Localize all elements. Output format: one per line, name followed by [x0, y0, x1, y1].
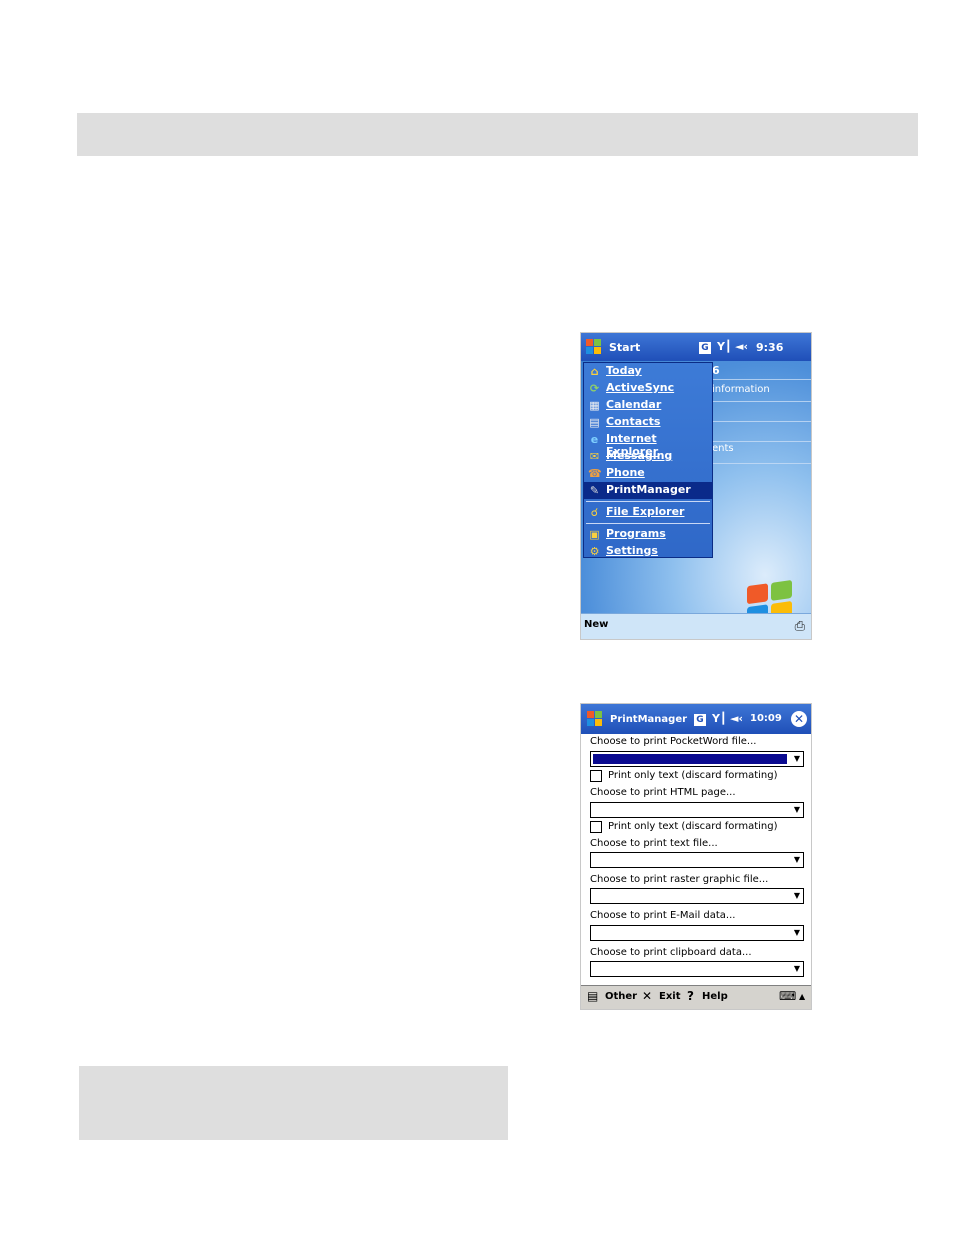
exit-icon: ✕	[642, 989, 653, 1003]
gprs-indicator-icon: G	[694, 714, 706, 726]
menu-item-activesync[interactable]: ⟳ ActiveSync	[584, 380, 712, 397]
help-button[interactable]: Help	[702, 991, 728, 1002]
chevron-up-icon[interactable]: ▲	[799, 992, 805, 1001]
footer-bar	[79, 1066, 508, 1140]
peek-text-1: 6	[712, 364, 720, 377]
header-bar	[77, 113, 918, 156]
calendar-icon: ▦	[589, 399, 600, 412]
chevron-down-icon: ▼	[793, 754, 800, 763]
internet-explorer-icon: e	[590, 433, 599, 446]
menu-item-messaging[interactable]: ✉ Messaging	[584, 448, 712, 465]
menu-item-file-explorer[interactable]: ☌ File Explorer	[584, 504, 712, 521]
chevron-down-icon: ▼	[793, 805, 800, 814]
menu-item-printmanager[interactable]: ✎ PrintManager	[584, 482, 712, 499]
pocketword-text-only-checkbox[interactable]	[590, 770, 602, 782]
keyboard-icon[interactable]: ⌨	[779, 989, 796, 1003]
signal-icon[interactable]: Y┃	[712, 712, 727, 725]
title-bar: Start G Y┃ ◄‹ 9:36	[581, 333, 811, 361]
volume-icon[interactable]: ◄‹	[735, 340, 748, 353]
settings-icon: ⚙	[589, 545, 600, 558]
today-icon: ⌂	[590, 365, 599, 378]
raster-label: Choose to print raster graphic file...	[590, 874, 769, 885]
start-menu-screenshot: 6 information ents Start G Y┃ ◄‹ 9:36 ⌂ …	[580, 332, 812, 640]
window-title[interactable]: PrintManager	[610, 714, 687, 725]
menu-divider	[586, 501, 710, 502]
start-menu: ⌂ Today ⟳ ActiveSync ▦ Calendar ▤ Contac…	[583, 362, 713, 558]
volume-icon[interactable]: ◄‹	[730, 712, 743, 725]
html-select[interactable]: ▼	[590, 802, 804, 818]
checkbox-label: Print only text (discard formating)	[608, 821, 778, 832]
clipboard-label: Choose to print clipboard data...	[590, 947, 752, 958]
phone-icon: ☎	[588, 467, 602, 480]
activesync-icon: ⟳	[589, 382, 600, 395]
other-icon: ▤	[587, 989, 599, 1003]
clipboard-select[interactable]: ▼	[590, 961, 804, 977]
printmanager-icon: ✎	[589, 484, 600, 497]
gprs-indicator-icon: G	[699, 342, 711, 354]
menu-item-internet-explorer[interactable]: e Internet Explorer	[584, 431, 712, 458]
peek-text-3: ents	[712, 443, 734, 454]
signal-icon[interactable]: Y┃	[717, 340, 732, 353]
pocketword-select[interactable]: ▼	[590, 751, 804, 767]
html-label: Choose to print HTML page...	[590, 787, 736, 798]
new-button[interactable]: New	[584, 619, 608, 630]
chevron-down-icon: ▼	[793, 964, 800, 973]
chevron-down-icon: ▼	[793, 928, 800, 937]
checkbox-label: Print only text (discard formating)	[608, 770, 778, 781]
start-flag-icon[interactable]	[587, 711, 603, 727]
start-flag-icon[interactable]	[586, 339, 602, 355]
email-label: Choose to print E-Mail data...	[590, 910, 736, 921]
title-bar: PrintManager G Y┃ ◄‹ 10:09 ✕	[581, 704, 811, 734]
text-file-select[interactable]: ▼	[590, 852, 804, 868]
menu-item-phone[interactable]: ☎ Phone	[584, 465, 712, 482]
menu-divider	[586, 523, 710, 524]
close-icon[interactable]: ✕	[791, 711, 807, 727]
raster-select[interactable]: ▼	[590, 888, 804, 904]
file-explorer-icon: ☌	[590, 506, 599, 519]
other-button[interactable]: Other	[605, 991, 637, 1002]
clock[interactable]: 9:36	[756, 341, 783, 354]
printer-icon[interactable]: ⎙	[795, 619, 805, 634]
pocketword-label: Choose to print PocketWord file...	[590, 736, 757, 747]
window-title[interactable]: Start	[609, 341, 640, 354]
clock[interactable]: 10:09	[750, 713, 782, 724]
contacts-icon: ▤	[589, 416, 600, 429]
menu-item-calendar[interactable]: ▦ Calendar	[584, 397, 712, 414]
menu-item-programs[interactable]: ▣ Programs	[584, 526, 712, 543]
html-text-only-checkbox[interactable]	[590, 821, 602, 833]
menu-item-today[interactable]: ⌂ Today	[584, 363, 712, 380]
exit-button[interactable]: Exit	[659, 991, 681, 1002]
peek-text-2: information	[712, 384, 770, 395]
programs-icon: ▣	[589, 528, 600, 541]
chevron-down-icon: ▼	[793, 855, 800, 864]
email-select[interactable]: ▼	[590, 925, 804, 941]
menu-item-settings[interactable]: ⚙ Settings	[584, 543, 712, 560]
messaging-icon: ✉	[589, 450, 600, 463]
menu-item-contacts[interactable]: ▤ Contacts	[584, 414, 712, 431]
command-bar: New ⎙	[581, 613, 811, 639]
text-file-label: Choose to print text file...	[590, 838, 718, 849]
printmanager-screenshot: PrintManager G Y┃ ◄‹ 10:09 ✕ Choose to p…	[580, 703, 812, 1010]
command-bar: ▤ Other ✕ Exit ? Help ⌨ ▲	[581, 985, 811, 1009]
chevron-down-icon: ▼	[793, 891, 800, 900]
help-icon: ?	[687, 989, 694, 1003]
